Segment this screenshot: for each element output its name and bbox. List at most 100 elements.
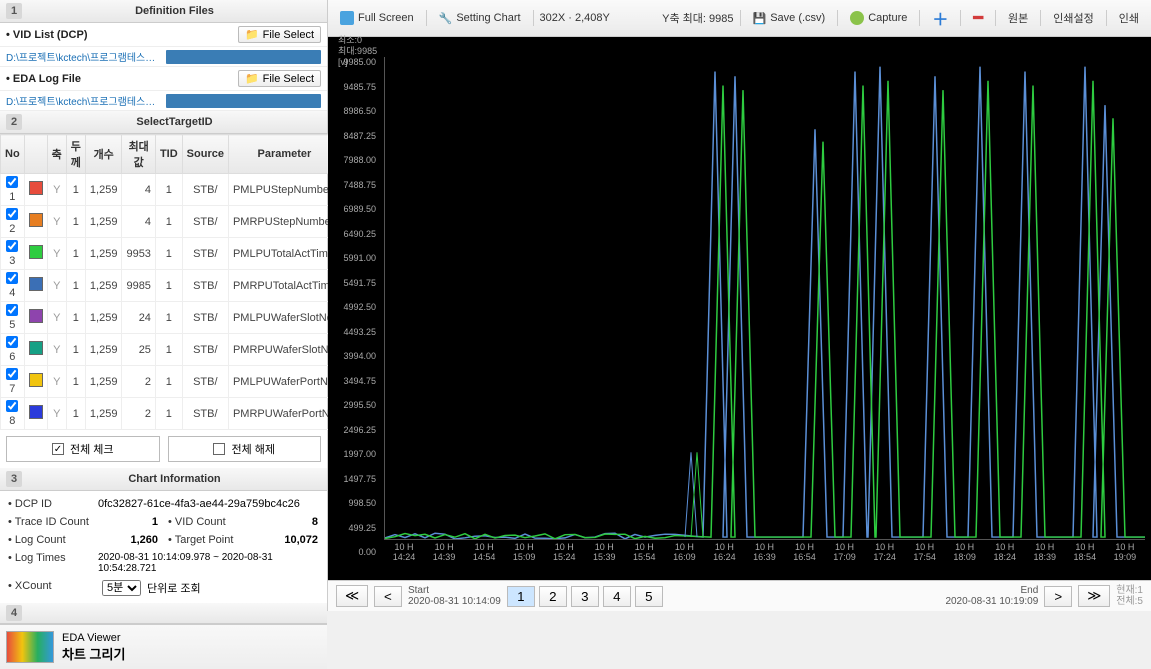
xcount-select[interactable]: 5분 <box>102 580 141 596</box>
x-tick: 10 H14:54 <box>464 542 504 574</box>
y-tick: 1997.00 <box>328 449 376 459</box>
uncheck-all-button[interactable]: 전체 해제 <box>168 436 322 462</box>
x-tick: 10 H16:39 <box>744 542 784 574</box>
table-row[interactable]: 3 Y11,259 99531STB/PMLPUTotalActTime <box>1 238 341 270</box>
table-row[interactable]: 6 Y11,259 251STB/PMRPUWaferSlotNo <box>1 334 341 366</box>
vid-file-path: D:\프로젝트\kctech\프로그램테스트\20231018_마무리내용\EU… <box>0 47 327 67</box>
x-tick: 10 H19:09 <box>1105 542 1145 574</box>
row-checkbox[interactable] <box>6 272 18 284</box>
y-tick: 3994.00 <box>328 351 376 361</box>
page-number-button[interactable]: 1 <box>507 586 535 607</box>
y-tick: 998.50 <box>328 498 376 508</box>
section-2-header: 2 SelectTargetID <box>0 111 327 134</box>
section-2-title: SelectTargetID <box>28 116 321 128</box>
cursor-coordinates: 302X · 2,408Y <box>540 12 610 24</box>
eda-file-select-button[interactable]: 📁 File Select <box>238 70 321 87</box>
parameter-table: No축두께개수최대값TIDSourceParameter 1 Y11,259 4… <box>0 134 341 430</box>
setting-chart-button[interactable]: 🔧Setting Chart <box>433 10 527 27</box>
chart-toolbar: Full Screen 🔧Setting Chart 302X · 2,408Y… <box>328 0 1151 37</box>
x-tick: 10 H18:09 <box>945 542 985 574</box>
log-count: 1,260 <box>98 534 168 546</box>
last-page-button[interactable]: ≫ <box>1078 585 1110 607</box>
table-row[interactable]: 1 Y11,259 41STB/PMLPUStepNumber <box>1 174 341 206</box>
x-tick: 10 H18:39 <box>1025 542 1065 574</box>
plus-icon: ＋ <box>932 6 948 30</box>
right-panel: Full Screen 🔧Setting Chart 302X · 2,408Y… <box>328 0 1151 611</box>
left-panel: 1 Definition Files VID List (DCP) 📁 File… <box>0 0 328 611</box>
prev-page-button[interactable]: < <box>374 586 402 607</box>
color-swatch <box>29 309 43 323</box>
x-tick: 10 H15:39 <box>584 542 624 574</box>
y-tick: 7988.00 <box>328 155 376 165</box>
y-tick: 6490.25 <box>328 229 376 239</box>
draw-chart-button[interactable]: EDA Viewer 차트 그리기 <box>0 624 327 669</box>
floppy-icon[interactable] <box>166 50 322 64</box>
floppy-icon[interactable] <box>166 94 322 108</box>
remove-button[interactable]: ━ <box>967 6 989 30</box>
table-row[interactable]: 4 Y11,259 99851STB/PMRPUTotalActTime <box>1 270 341 302</box>
x-tick: 10 H15:54 <box>624 542 664 574</box>
x-tick: 10 H15:09 <box>504 542 544 574</box>
fullscreen-icon <box>340 11 354 25</box>
row-checkbox[interactable] <box>6 400 18 412</box>
capture-button[interactable]: Capture <box>844 9 913 27</box>
x-tick: 10 H14:24 <box>384 542 424 574</box>
original-button[interactable]: 원본 <box>1002 8 1034 28</box>
eda-log-row: EDA Log File 📁 File Select <box>0 67 327 91</box>
color-swatch <box>29 405 43 419</box>
x-tick: 10 H16:54 <box>784 542 824 574</box>
target-point: 10,072 <box>258 534 328 546</box>
x-tick: 10 H17:24 <box>865 542 905 574</box>
add-button[interactable]: ＋ <box>926 4 954 32</box>
color-swatch <box>29 373 43 387</box>
row-checkbox[interactable] <box>6 208 18 220</box>
row-checkbox[interactable] <box>6 368 18 380</box>
table-row[interactable]: 2 Y11,259 41STB/PMRPUStepNumber <box>1 206 341 238</box>
checkbox-empty-icon <box>213 443 225 455</box>
y-tick: 2496.25 <box>328 425 376 435</box>
vid-file-select-button[interactable]: 📁 File Select <box>238 26 321 43</box>
page-number-button[interactable]: 3 <box>571 586 599 607</box>
color-swatch <box>29 213 43 227</box>
page-number-button[interactable]: 4 <box>603 586 631 607</box>
next-page-button[interactable]: > <box>1044 586 1072 607</box>
chart-area[interactable]: 최소:0 최대:9985 [v] 9985.009485.758986.5084… <box>328 37 1151 580</box>
row-checkbox[interactable] <box>6 336 18 348</box>
minus-icon: ━ <box>973 8 983 28</box>
table-row[interactable]: 8 Y11,259 21STB/PMRPUWaferPortNo <box>1 398 341 430</box>
first-page-button[interactable]: ≪ <box>336 585 368 607</box>
color-swatch <box>29 277 43 291</box>
row-checkbox[interactable] <box>6 176 18 188</box>
check-all-button[interactable]: ✓ 전체 체크 <box>6 436 160 462</box>
print-setting-button[interactable]: 인쇄설정 <box>1047 8 1099 28</box>
x-tick: 10 H17:09 <box>825 542 865 574</box>
trace-count: 1 <box>98 516 168 528</box>
y-tick: 9985.00 <box>328 57 376 67</box>
folder-icon: 📁 <box>245 72 259 85</box>
color-swatch <box>29 245 43 259</box>
vid-list-label: VID List (DCP) <box>6 29 87 41</box>
page-number-button[interactable]: 5 <box>635 586 663 607</box>
fullscreen-button[interactable]: Full Screen <box>334 9 420 27</box>
pager: ≪ < Start2020-08-31 10:14:09 12345 End20… <box>328 580 1151 611</box>
page-number-button[interactable]: 2 <box>539 586 567 607</box>
x-tick: 10 H18:24 <box>985 542 1025 574</box>
y-tick: 8986.50 <box>328 106 376 116</box>
chart-info: DCP ID0fc32827-61ce-4fa3-ae44-29a759bc4c… <box>0 491 327 603</box>
print-button[interactable]: 인쇄 <box>1113 8 1145 28</box>
save-csv-button[interactable]: 💾Save (.csv) <box>747 10 832 27</box>
section-2-badge: 2 <box>6 114 22 130</box>
table-row[interactable]: 7 Y11,259 21STB/PMLPUWaferPortNo <box>1 366 341 398</box>
row-checkbox[interactable] <box>6 304 18 316</box>
y-tick: 6989.50 <box>328 204 376 214</box>
log-times: 2020-08-31 10:14:09.978 ~ 2020-08-31 10:… <box>98 552 319 574</box>
checkbox-icon: ✓ <box>52 443 64 455</box>
table-row[interactable]: 5 Y11,259 241STB/PMLPUWaferSlotNo <box>1 302 341 334</box>
x-tick: 10 H17:54 <box>905 542 945 574</box>
chart-plot <box>384 57 1145 540</box>
x-tick: 10 H15:24 <box>544 542 584 574</box>
row-checkbox[interactable] <box>6 240 18 252</box>
y-tick: 499.25 <box>328 523 376 533</box>
section-1-header: 1 Definition Files <box>0 0 327 23</box>
y-tick: 1497.75 <box>328 474 376 484</box>
